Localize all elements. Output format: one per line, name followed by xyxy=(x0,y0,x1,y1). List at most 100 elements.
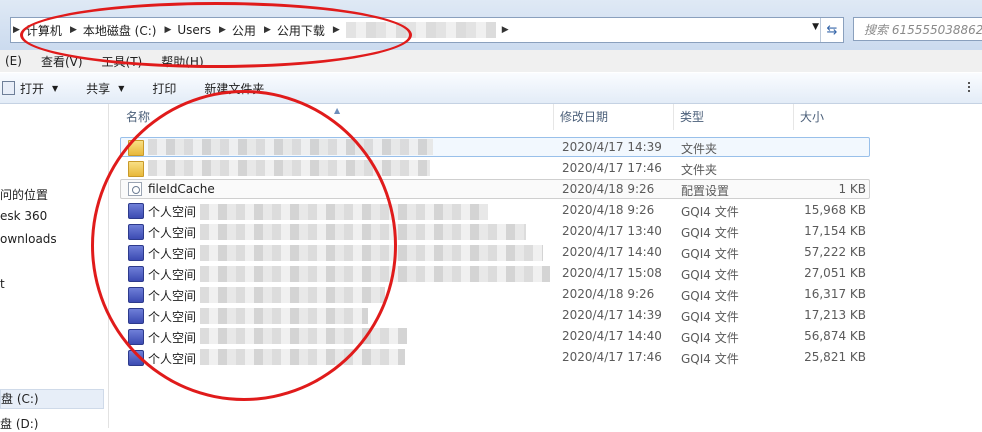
file-type: 配置设置 xyxy=(681,184,730,198)
column-headers: 名称 修改日期 类型 大小 xyxy=(108,104,982,130)
share-button[interactable]: 共享 ▼ xyxy=(76,76,134,100)
file-name: 个人空间 xyxy=(148,310,197,324)
blurred-name xyxy=(200,308,368,324)
nav-item-drive-c[interactable]: 盘 (C:) xyxy=(0,389,104,409)
gqi4-file-icon xyxy=(128,245,144,261)
file-date: 2020/4/18 9:26 xyxy=(562,182,655,196)
blurred-name xyxy=(200,349,405,365)
breadcrumb-local-disk-c[interactable]: 本地磁盘 (C:) xyxy=(79,22,163,39)
breadcrumb-separator-icon[interactable]: ▶ xyxy=(262,25,273,35)
breadcrumb-separator-icon[interactable]: ▶ xyxy=(500,25,511,35)
file-name: 个人空间 xyxy=(148,226,197,240)
menu-help[interactable]: 帮助(H) xyxy=(161,53,203,70)
address-dropdown-icon[interactable]: ▼ xyxy=(812,22,819,32)
menu-bar: (E) 查看(V) 工具(T) 帮助(H) xyxy=(0,50,982,72)
breadcrumb-separator-icon[interactable]: ▶ xyxy=(162,25,173,35)
file-type: GQI4 文件 xyxy=(681,352,739,366)
breadcrumb-computer[interactable]: 计算机 xyxy=(22,22,68,39)
gqi4-file-icon xyxy=(128,287,144,303)
file-date: 2020/4/17 14:39 xyxy=(562,308,662,322)
file-type: GQI4 文件 xyxy=(681,310,739,324)
file-date: 2020/4/17 17:46 xyxy=(562,161,662,175)
file-name: 个人空间 xyxy=(148,352,197,366)
address-bar[interactable]: ▶ 计算机 ▶ 本地磁盘 (C:) ▶ Users ▶ 公用 ▶ 公用下载 ▶ … xyxy=(10,17,844,43)
file-date: 2020/4/17 14:40 xyxy=(562,329,662,343)
file-type: GQI4 文件 xyxy=(681,331,739,345)
address-bar-area: ▶ 计算机 ▶ 本地磁盘 (C:) ▶ Users ▶ 公用 ▶ 公用下载 ▶ … xyxy=(0,0,982,56)
blurred-name xyxy=(148,139,433,155)
search-input[interactable]: 搜索 6155550388626... xyxy=(853,17,982,41)
breadcrumb-public-downloads[interactable]: 公用下载 xyxy=(273,22,331,39)
navigation-pane: 问的位置 esk 360 ownloads t 盘 (C:) 盘 (D:) xyxy=(0,104,109,431)
blurred-name xyxy=(200,266,550,282)
folder-icon xyxy=(128,140,144,156)
nav-item-downloads[interactable]: ownloads xyxy=(0,232,57,246)
file-date: 2020/4/17 17:46 xyxy=(562,350,662,364)
refresh-icon[interactable]: ⇆ xyxy=(820,18,843,42)
gqi4-file-icon xyxy=(128,308,144,324)
print-button[interactable]: 打印 xyxy=(142,76,186,100)
open-label: 打开 xyxy=(20,81,45,96)
breadcrumb-separator-icon[interactable]: ▶ xyxy=(217,25,228,35)
view-options-icon[interactable] xyxy=(968,82,978,92)
breadcrumb-separator-icon[interactable]: ▶ xyxy=(68,25,79,35)
file-type: GQI4 文件 xyxy=(681,205,739,219)
file-date: 2020/4/18 9:26 xyxy=(562,203,655,217)
file-size: 56,874 KB xyxy=(804,329,866,343)
blurred-name xyxy=(148,160,430,176)
gqi4-file-icon xyxy=(128,203,144,219)
open-button[interactable]: 打开 ▼ xyxy=(0,76,68,100)
chevron-down-icon: ▼ xyxy=(52,83,59,93)
blurred-name xyxy=(200,204,488,220)
file-size: 17,213 KB xyxy=(804,308,866,322)
menu-edit[interactable]: (E) xyxy=(5,54,22,68)
file-name: 个人空间 xyxy=(148,247,197,261)
file-size: 15,968 KB xyxy=(804,203,866,217)
breadcrumb-users[interactable]: Users xyxy=(173,23,217,37)
nav-item-drive-d[interactable]: 盘 (D:) xyxy=(0,415,38,432)
blurred-name xyxy=(200,224,526,240)
file-date: 2020/4/17 14:40 xyxy=(562,245,662,259)
command-bar: 打开 ▼ 共享 ▼ 打印 新建文件夹 xyxy=(0,73,982,104)
file-date: 2020/4/17 14:39 xyxy=(562,140,662,154)
file-type: GQI4 文件 xyxy=(681,226,739,240)
file-date: 2020/4/17 15:08 xyxy=(562,266,662,280)
blurred-name xyxy=(200,245,543,261)
share-label: 共享 xyxy=(86,81,111,96)
file-name: 个人空间 xyxy=(148,268,197,282)
gqi4-file-icon xyxy=(128,266,144,282)
file-row[interactable]: fileIdCache 2020/4/18 9:26 配置设置 1 KB xyxy=(120,179,870,200)
menu-tools[interactable]: 工具(T) xyxy=(102,53,143,70)
file-size: 17,154 KB xyxy=(804,224,866,238)
column-header-size[interactable]: 大小 xyxy=(794,104,874,130)
file-size: 27,051 KB xyxy=(804,266,866,280)
file-name: fileIdCache xyxy=(148,182,215,196)
column-header-type[interactable]: 类型 xyxy=(674,104,794,130)
file-size: 25,821 KB xyxy=(804,350,866,364)
column-header-date[interactable]: 修改日期 xyxy=(554,104,674,130)
new-folder-button[interactable]: 新建文件夹 xyxy=(194,76,274,100)
breadcrumb-separator-icon[interactable]: ▶ xyxy=(331,25,342,35)
file-size: 1 KB xyxy=(838,182,866,196)
column-header-name[interactable]: 名称 xyxy=(120,104,554,130)
file-name: 个人空间 xyxy=(148,205,197,219)
menu-view[interactable]: 查看(V) xyxy=(41,53,83,70)
file-type: 文件夹 xyxy=(681,142,718,156)
nav-item-desktop-360[interactable]: esk 360 xyxy=(0,209,47,223)
blurred-folder-name xyxy=(345,22,496,38)
open-icon xyxy=(2,81,15,95)
file-size: 57,222 KB xyxy=(804,245,866,259)
breadcrumb-public[interactable]: 公用 xyxy=(228,22,262,39)
file-type: 文件夹 xyxy=(681,163,718,177)
gqi4-file-icon xyxy=(128,224,144,240)
breadcrumb-separator-icon[interactable]: ▶ xyxy=(11,25,22,35)
folder-icon xyxy=(128,161,144,177)
file-name: 个人空间 xyxy=(148,289,197,303)
config-file-icon xyxy=(128,182,142,196)
nav-item-partial[interactable]: t xyxy=(0,277,5,291)
file-size: 16,317 KB xyxy=(804,287,866,301)
blurred-name xyxy=(200,287,385,303)
file-type: GQI4 文件 xyxy=(681,247,739,261)
nav-item-recent-places[interactable]: 问的位置 xyxy=(0,186,48,203)
gqi4-file-icon xyxy=(128,350,144,366)
